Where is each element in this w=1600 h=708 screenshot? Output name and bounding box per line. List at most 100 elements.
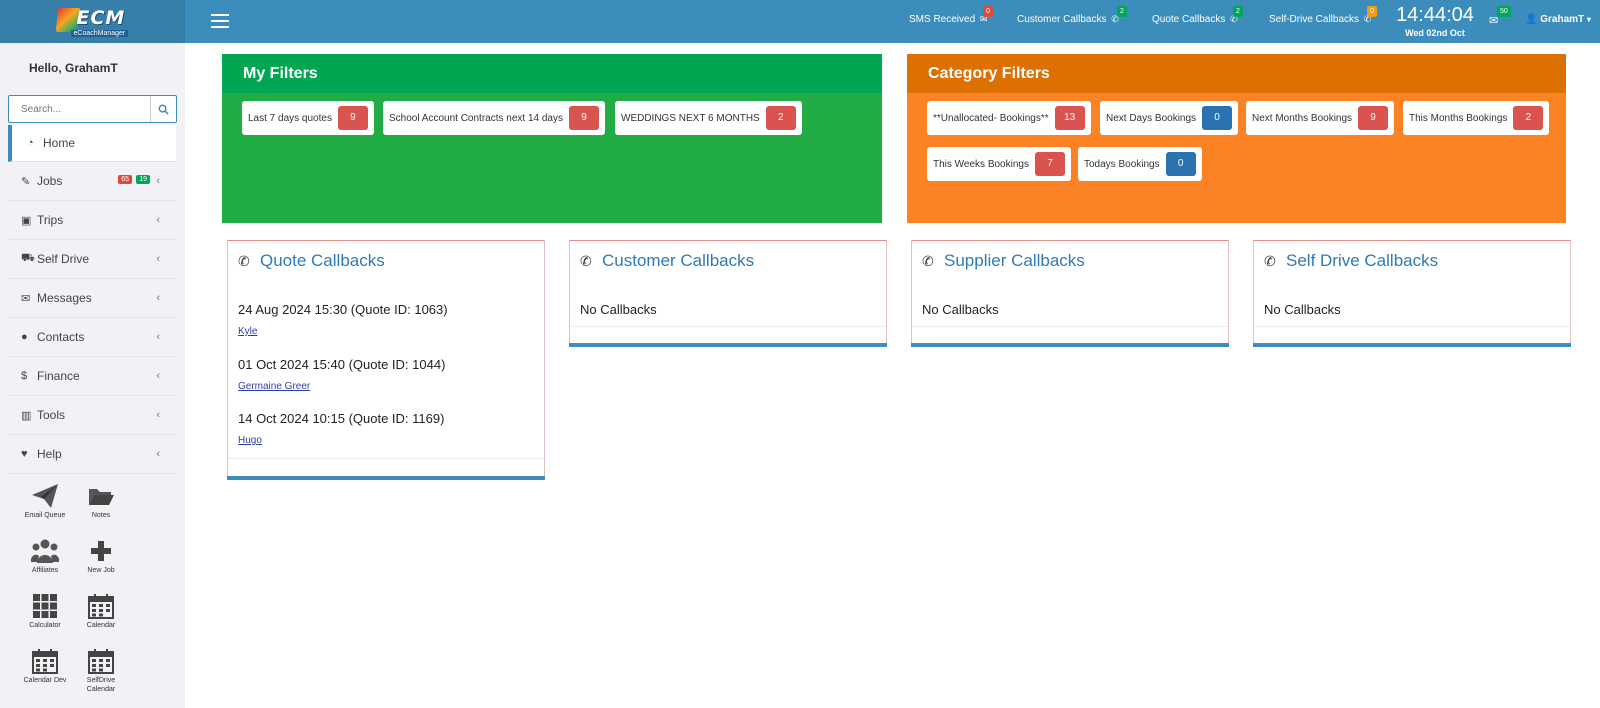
car-icon: ⛟ [21, 252, 35, 264]
messages-link[interactable]: ✉ 50 [1489, 6, 1511, 27]
mail-icon: ✉ [1489, 15, 1499, 27]
customer-callbacks-heading: Customer Callbacks [602, 251, 755, 270]
shortcut-affiliates[interactable]: Affiliates [22, 538, 68, 575]
category-chip-next-months[interactable]: Next Months Bookings 9 [1246, 101, 1395, 135]
sidebar-item-contacts[interactable]: ● Contacts ‹ [8, 318, 176, 357]
box-footer-bar [1253, 343, 1571, 347]
sidebar-item-label: Self Drive [37, 252, 90, 266]
shortcut-calendar[interactable]: Calendar [78, 593, 124, 630]
filter-chip-last-7-days-quotes[interactable]: Last 7 days quotes 9 [242, 101, 374, 135]
filter-chip-weddings[interactable]: WEDDINGS NEXT 6 MONTHS 2 [615, 101, 802, 135]
search-input[interactable] [9, 96, 151, 122]
sidebar-item-messages[interactable]: ✉ Messages ‹ [8, 279, 176, 318]
chevron-left-icon: ‹ [156, 292, 160, 304]
top-navbar: ECM eCoachManager SMS Received ✉ 0 Custo… [0, 0, 1600, 43]
category-chip-this-weeks[interactable]: This Weeks Bookings 7 [927, 147, 1071, 181]
category-chip-count: 9 [1358, 106, 1389, 130]
callback-datetime: 01 Oct 2024 15:40 (Quote ID: 1044) [238, 357, 446, 372]
shortcut-label: Calculator [29, 622, 61, 629]
shortcut-label: Email Queue [24, 512, 66, 519]
callback-datetime: 14 Oct 2024 10:15 (Quote ID: 1169) [238, 411, 445, 426]
phone-icon: ✆ [580, 253, 592, 269]
category-chip-unallocated[interactable]: **Unallocated- Bookings** 13 [927, 101, 1091, 135]
category-filters-title: Category Filters [907, 54, 1566, 93]
shortcut-calculator[interactable]: Calculator [22, 593, 68, 630]
customer-callbacks-title: ✆ Customer Callbacks [580, 251, 754, 271]
sms-received-label: SMS Received [909, 14, 976, 25]
selfdrive-callbacks-label: Self-Drive Callbacks [1269, 14, 1360, 25]
category-chip-next-days[interactable]: Next Days Bookings 0 [1100, 101, 1239, 135]
sidebar: Hello, GrahamT ◔ Home ✎ Jobs 65 19 ‹ ▣ T… [0, 43, 185, 708]
ecm-logo[interactable]: ECM eCoachManager [53, 4, 133, 40]
category-chip-todays[interactable]: Todays Bookings 0 [1078, 147, 1202, 181]
sms-received-link[interactable]: SMS Received ✉ 0 [909, 6, 993, 25]
quote-callback-entry: 01 Oct 2024 15:40 (Quote ID: 1044) Germa… [238, 357, 445, 392]
dollar-icon: $ [21, 370, 28, 382]
sidebar-item-label: Tools [37, 408, 66, 422]
category-chip-label: This Months Bookings [1409, 112, 1508, 124]
filter-chip-school-contracts[interactable]: School Account Contracts next 14 days 9 [383, 101, 605, 135]
sidebar-item-tools[interactable]: ▥ Tools ‹ [8, 396, 176, 435]
box-footer-bar [569, 343, 887, 347]
shortcut-new-job[interactable]: New Job [78, 538, 124, 575]
shortcut-label: Calendar [86, 622, 116, 629]
box-footer-bar [911, 343, 1229, 347]
phone-icon: ✆ [1264, 253, 1276, 269]
category-chip-count: 0 [1202, 106, 1233, 130]
selfdrive-callbacks-box: ✆ Self Drive Callbacks No Callbacks [1253, 240, 1571, 347]
sidebar-toggle-icon[interactable] [211, 14, 229, 28]
my-filters-title: My Filters [222, 54, 882, 93]
customer-callbacks-box: ✆ Customer Callbacks No Callbacks [569, 240, 887, 347]
edit-icon: ✎ [21, 175, 31, 188]
selfdrive-callbacks-title: ✆ Self Drive Callbacks [1264, 251, 1438, 271]
user-menu[interactable]: 👤 GrahamT ▾ [1525, 14, 1591, 25]
sidebar-item-label: Jobs [37, 174, 63, 188]
clock-date: Wed 02nd Oct [1405, 28, 1465, 38]
filter-chip-label: School Account Contracts next 14 days [389, 112, 563, 124]
selfdrive-callbacks-badge: 0 [1367, 6, 1377, 17]
quote-callbacks-link[interactable]: Quote Callbacks ✆ 2 [1152, 6, 1243, 25]
user-icon: ● [21, 331, 28, 343]
callback-contact-link[interactable]: Hugo [238, 435, 444, 446]
sidebar-item-finance[interactable]: $ Finance ‹ [8, 357, 176, 396]
my-filters-panel: My Filters Last 7 days quotes 9 School A… [222, 54, 882, 223]
shortcut-selfdrive-calendar[interactable]: SelfDrive Calendar [78, 648, 124, 694]
box-footer-bar [227, 476, 545, 480]
category-chip-count: 7 [1034, 152, 1065, 176]
callback-contact-link[interactable]: Germaine Greer [238, 381, 445, 392]
bar-chart-icon: ▥ [21, 409, 32, 422]
customer-callbacks-link[interactable]: Customer Callbacks ✆ 2 [1017, 6, 1127, 25]
filter-chip-count: 2 [765, 106, 796, 130]
sidebar-item-help[interactable]: ♥ Help ‹ [8, 435, 176, 474]
jobs-badge-green: 19 [136, 175, 150, 184]
category-chip-count: 2 [1513, 106, 1544, 130]
category-chip-label: This Weeks Bookings [933, 158, 1029, 170]
folder-open-icon [89, 489, 114, 505]
sidebar-item-self-drive[interactable]: ⛟ Self Drive ‹ [8, 240, 176, 279]
sidebar-item-label: Messages [37, 291, 92, 305]
filter-chip-label: WEDDINGS NEXT 6 MONTHS [621, 112, 760, 124]
shortcut-calendar-dev[interactable]: Calendar Dev [22, 648, 68, 685]
calculator-icon [33, 594, 57, 618]
briefcase-icon: ▣ [21, 214, 32, 227]
sidebar-item-home[interactable]: ◔ Home [8, 125, 176, 162]
shortcut-email-queue[interactable]: Email Queue [22, 483, 68, 520]
category-chip-count: 13 [1054, 106, 1085, 130]
supplier-callbacks-box: ✆ Supplier Callbacks No Callbacks [911, 240, 1229, 347]
selfdrive-callbacks-link[interactable]: Self-Drive Callbacks ✆ 0 [1269, 6, 1377, 25]
category-chip-this-months[interactable]: This Months Bookings 2 [1403, 101, 1550, 135]
search-button[interactable] [150, 96, 176, 122]
quote-callbacks-title: ✆ Quote Callbacks [238, 251, 385, 271]
quote-callbacks-box: ✆ Quote Callbacks 24 Aug 2024 15:30 (Quot… [227, 240, 545, 480]
logo-area[interactable]: ECM eCoachManager [0, 0, 185, 43]
callback-contact-link[interactable]: Kyle [238, 326, 448, 337]
sidebar-item-label: Home [43, 136, 76, 150]
chevron-left-icon: ‹ [156, 448, 160, 460]
sidebar-item-jobs[interactable]: ✎ Jobs 65 19 ‹ [8, 162, 176, 201]
chevron-left-icon: ‹ [156, 214, 160, 226]
divider [912, 326, 1228, 327]
sidebar-item-trips[interactable]: ▣ Trips ‹ [8, 201, 176, 240]
shortcut-notes[interactable]: Notes [78, 483, 124, 520]
caret-down-icon: ▾ [1586, 15, 1591, 24]
user-icon: 👤 [1525, 14, 1538, 25]
